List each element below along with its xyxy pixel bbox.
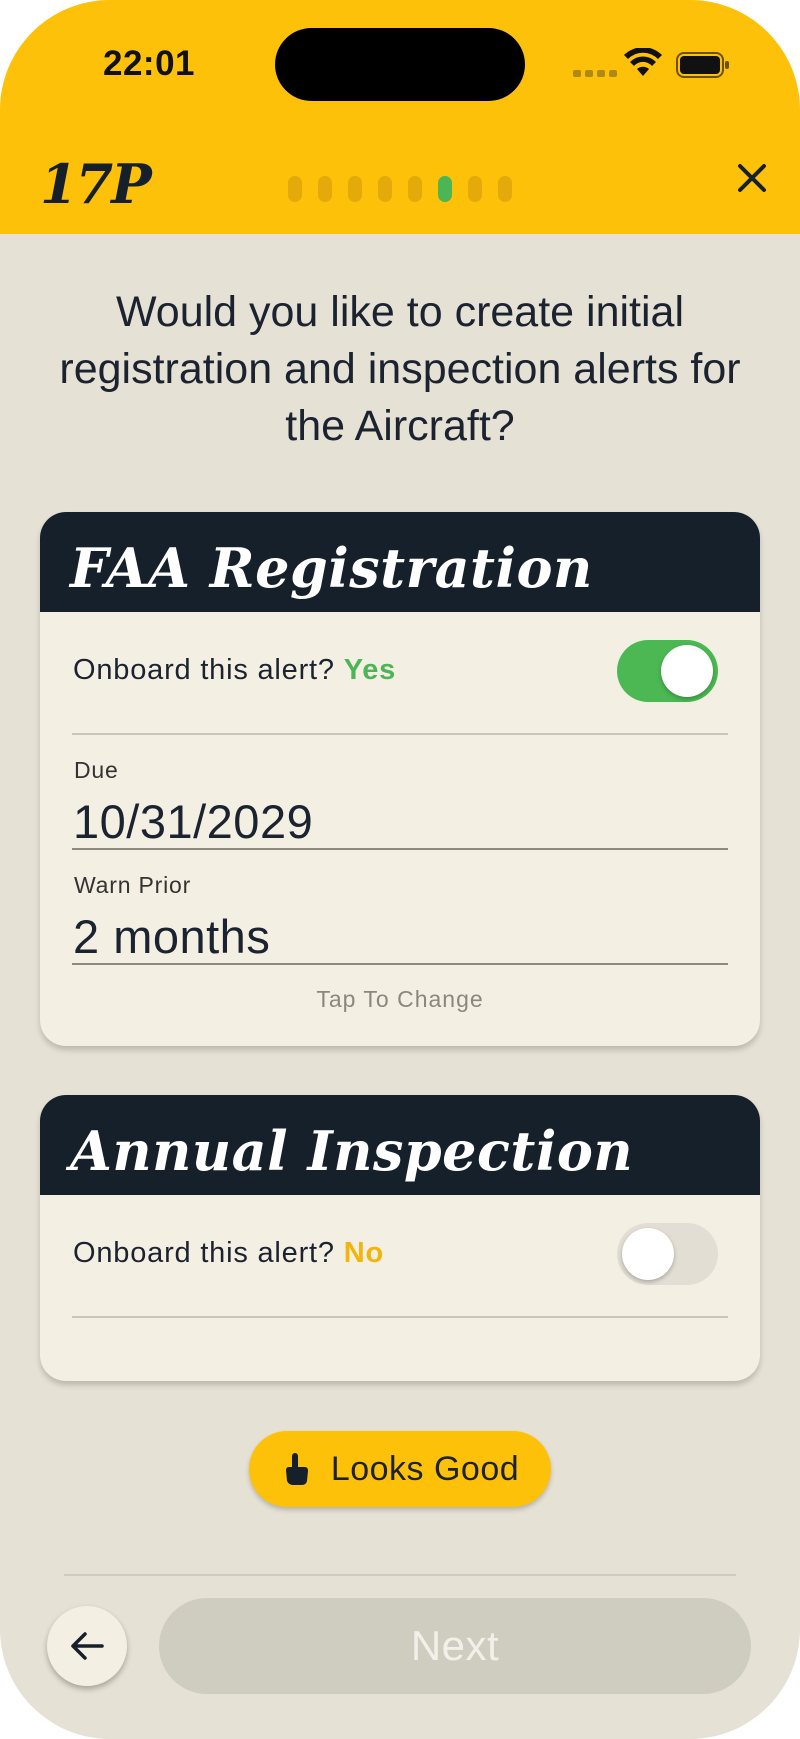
tap-to-change-hint: Tap To Change (316, 986, 484, 1012)
tap-hand-icon (285, 1453, 308, 1485)
onboard-answer: Yes (343, 654, 397, 686)
due-label: Due (74, 757, 119, 783)
dynamic-island (275, 28, 525, 101)
onboard-label: Onboard this alert? (73, 654, 335, 686)
warn-prior-field[interactable]: 2 months (73, 909, 270, 964)
progress-step-current (438, 176, 452, 202)
progress-step (348, 176, 362, 202)
due-field-underline (72, 848, 728, 850)
step-progress-indicator (288, 176, 512, 202)
progress-step (318, 176, 332, 202)
status-time: 22:01 (103, 44, 196, 83)
next-label: Next (410, 1622, 500, 1669)
back-button[interactable] (47, 1606, 127, 1686)
divider (72, 1316, 728, 1318)
close-icon[interactable] (732, 158, 772, 198)
brand-logo: 17P (40, 152, 152, 216)
warn-field-underline (72, 963, 728, 965)
top-header: 22:01 17P (0, 0, 800, 234)
toggle-knob (661, 645, 713, 697)
battery-icon (676, 52, 729, 78)
onboard-answer: No (343, 1237, 384, 1269)
arrow-left-icon (71, 1632, 104, 1660)
onboard-toggle[interactable] (617, 1223, 718, 1285)
progress-step (468, 176, 482, 202)
progress-step (408, 176, 422, 202)
progress-step (288, 176, 302, 202)
cellular-signal-icon (573, 70, 617, 77)
progress-step (378, 176, 392, 202)
annual-inspection-card: Annual Inspection Onboard this alert? No (40, 1095, 760, 1381)
app-screen: 22:01 17P Would you like to create initi… (0, 0, 800, 1739)
card-title: Annual Inspection (40, 1095, 760, 1195)
next-button[interactable]: Next (159, 1598, 751, 1694)
toggle-knob (622, 1228, 674, 1280)
progress-step (498, 176, 512, 202)
onboard-row: Onboard this alert? No (73, 1237, 384, 1270)
warn-prior-label: Warn Prior (74, 872, 192, 898)
onboard-toggle[interactable] (617, 640, 718, 702)
onboard-label: Onboard this alert? (73, 1237, 335, 1269)
onboard-row: Onboard this alert? Yes (73, 654, 396, 687)
looks-good-label: Looks Good (330, 1449, 520, 1488)
divider (72, 733, 728, 735)
looks-good-button[interactable]: Looks Good (249, 1431, 551, 1507)
due-date-field[interactable]: 10/31/2029 (73, 794, 313, 849)
footer-divider (64, 1574, 736, 1576)
wifi-icon (624, 48, 662, 76)
faa-registration-card: FAA Registration Onboard this alert? Yes… (40, 512, 760, 1046)
page-question: Would you like to create initial registr… (59, 288, 741, 450)
card-title: FAA Registration (40, 512, 760, 612)
